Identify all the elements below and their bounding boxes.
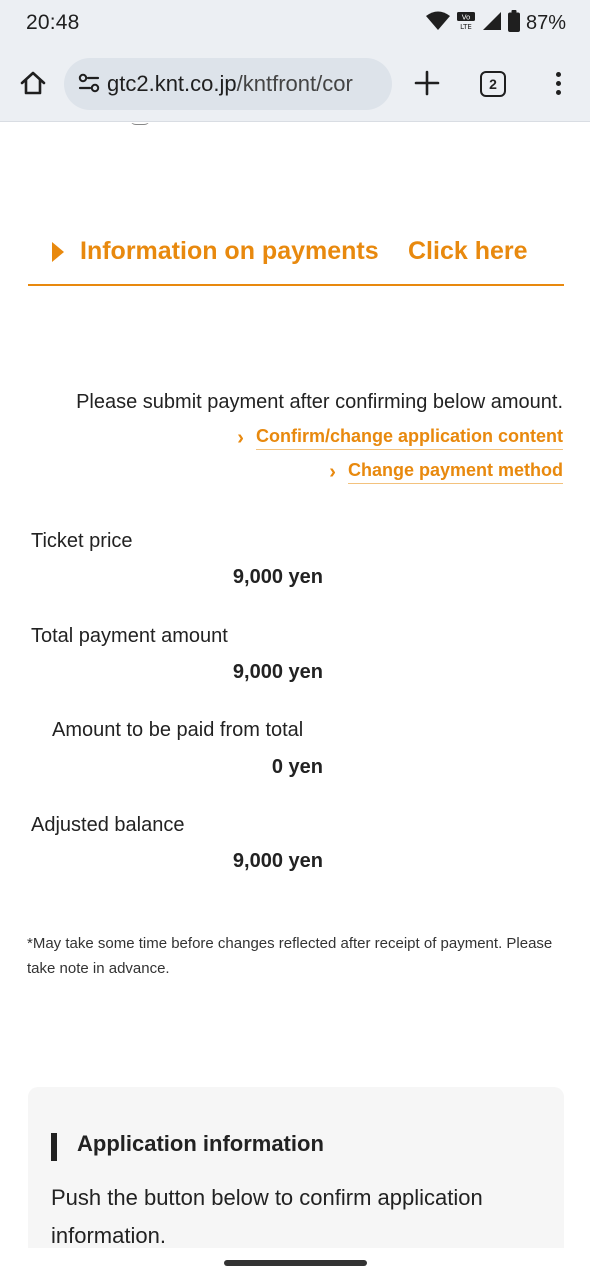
battery-icon	[507, 10, 520, 37]
play-arrow-icon	[52, 242, 64, 262]
ticket-price-label: Ticket price	[31, 530, 133, 552]
status-time: 20:48	[26, 11, 80, 34]
plus-icon	[414, 70, 440, 96]
signal-icon	[482, 11, 502, 36]
payment-info-row: Information on payments Click here	[28, 231, 564, 286]
change-payment-link[interactable]: Change payment method	[347, 460, 563, 484]
chevron-right-icon: ›	[329, 460, 336, 483]
application-info-box: Application information Push the button …	[28, 1087, 564, 1248]
home-icon	[20, 71, 46, 95]
amount-from-total-value: 0 yen	[271, 756, 323, 778]
application-info-title: Application information	[77, 1131, 324, 1156]
confirm-change-link[interactable]: Confirm/change application content	[255, 426, 563, 450]
status-icons: Vo LTE 87%	[425, 10, 566, 37]
home-button[interactable]	[16, 66, 50, 100]
total-payment-label: Total payment amount	[31, 625, 228, 647]
screen: 20:48 Vo LTE 87% gtc2.knt.co.jp/kntfront…	[0, 0, 590, 1280]
adjusted-balance-value: 9,000 yen	[232, 850, 323, 872]
new-tab-button[interactable]	[410, 66, 444, 100]
svg-text:LTE: LTE	[460, 23, 472, 31]
wifi-icon	[425, 11, 450, 36]
heading-bar	[51, 1133, 57, 1161]
gesture-nav-handle[interactable]	[224, 1260, 367, 1266]
chevron-right-icon: ›	[237, 426, 244, 449]
site-settings-icon[interactable]	[78, 72, 100, 99]
status-bar: 20:48 Vo LTE 87%	[0, 0, 590, 46]
adjusted-balance-label: Adjusted balance	[31, 814, 185, 836]
page-content: Information on payments Click here Pleas…	[0, 123, 590, 1248]
url-text[interactable]: gtc2.knt.co.jp/kntfront/cor	[107, 71, 353, 97]
change-payment-row[interactable]: › Change payment method	[329, 460, 563, 484]
click-here-link[interactable]: Click here	[408, 237, 528, 266]
tab-switcher-button[interactable]: 2	[480, 71, 506, 97]
payment-info-heading: Information on payments	[80, 237, 379, 265]
cropped-text-fragment	[130, 123, 150, 125]
amount-from-total-label: Amount to be paid from total	[52, 719, 304, 741]
tab-count: 2	[489, 76, 497, 92]
svg-text:Vo: Vo	[462, 14, 471, 22]
total-payment-value: 9,000 yen	[232, 661, 323, 683]
payment-note: *May take some time before changes refle…	[27, 935, 553, 977]
url-path: /kntfront/cor	[236, 71, 353, 96]
url-host: gtc2.knt.co.jp	[107, 71, 237, 96]
address-bar[interactable]: gtc2.knt.co.jp/kntfront/cor	[64, 58, 392, 110]
volte-icon: Vo LTE	[456, 11, 476, 36]
battery-percent: 87%	[525, 12, 566, 34]
more-vert-icon[interactable]	[548, 66, 568, 100]
confirm-change-row[interactable]: › Confirm/change application content	[237, 426, 563, 450]
application-info-description: Push the button below to confirm applica…	[51, 1185, 483, 1248]
payment-instruction: Please submit payment after confirming b…	[76, 391, 563, 413]
ticket-price-value: 9,000 yen	[232, 566, 323, 588]
browser-toolbar: gtc2.knt.co.jp/kntfront/cor 2	[0, 46, 590, 122]
